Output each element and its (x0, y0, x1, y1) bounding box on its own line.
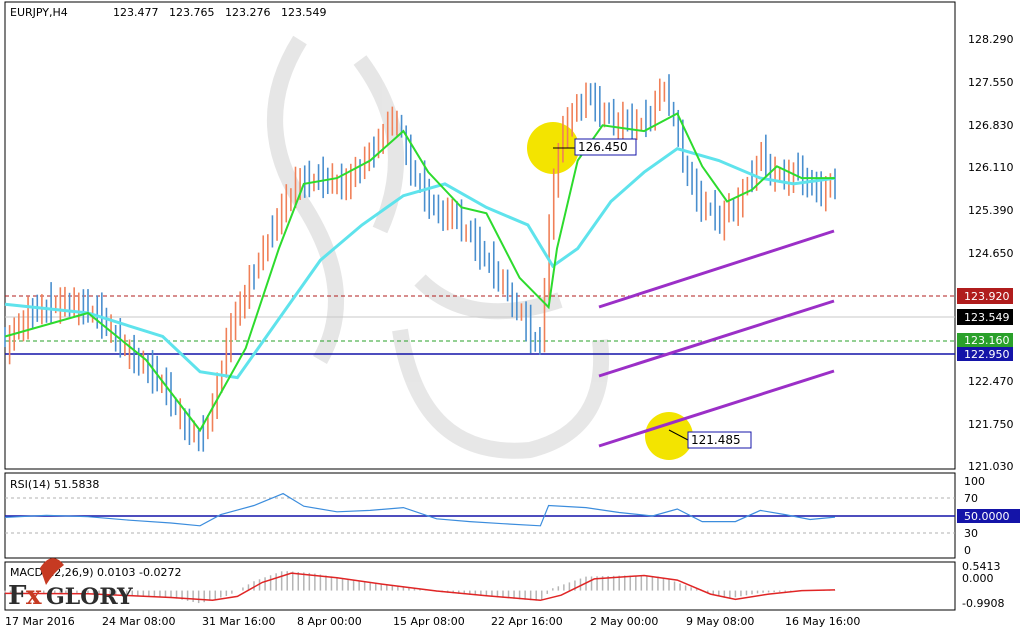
rsi-tick: 70 (964, 492, 978, 505)
open-price: 123.477 (113, 6, 159, 19)
symbol-timeframe: EURJPY,H4 (10, 6, 68, 19)
rsi-tick: 100 (964, 475, 985, 488)
logo-letter-x: x (26, 581, 42, 611)
time-tick: 9 May 08:00 (686, 615, 754, 628)
price-tick: 123.549 (964, 311, 1010, 324)
rsi-title: RSI(14) 51.5838 (10, 478, 99, 491)
time-tick: 15 Apr 08:00 (393, 615, 465, 628)
macd-title: MACD(12,26,9) 0.0103 -0.0272 (10, 566, 181, 579)
price-tick: 123.160 (964, 334, 1010, 347)
forex-chart[interactable]: 126.450 121.485 EURJPY,H4 123.477 123.76… (0, 0, 1024, 636)
price-tick: 124.650 (968, 247, 1014, 260)
time-tick: 8 Apr 00:00 (297, 615, 362, 628)
close-price: 123.549 (281, 6, 327, 19)
price-tick: 123.920 (964, 290, 1010, 303)
price-tick: 122.470 (968, 375, 1014, 388)
price-tick: 128.290 (968, 33, 1014, 46)
macd-tick: -0.9908 (962, 597, 1004, 610)
low-label: 121.485 (691, 433, 741, 447)
rsi-tick: 0 (964, 544, 971, 557)
rsi-tick: 30 (964, 527, 978, 540)
low-price: 123.276 (225, 6, 271, 19)
price-tick: 126.110 (968, 161, 1014, 174)
logo-text: GLORY (46, 584, 133, 610)
high-label: 126.450 (578, 140, 628, 154)
time-tick: 16 May 16:00 (785, 615, 860, 628)
price-tick: 125.390 (968, 204, 1014, 217)
logo-letter-f: F (8, 581, 27, 611)
price-tick: 122.950 (964, 348, 1010, 361)
time-tick: 31 Mar 16:00 (202, 615, 275, 628)
time-tick: 22 Apr 16:00 (491, 615, 563, 628)
price-tick: 126.830 (968, 119, 1014, 132)
price-tick: 127.550 (968, 76, 1014, 89)
time-tick: 17 Mar 2016 (5, 615, 75, 628)
time-tick: 2 May 00:00 (590, 615, 658, 628)
high-price: 123.765 (169, 6, 215, 19)
time-tick: 24 Mar 08:00 (102, 615, 175, 628)
rsi-tick: 50.0000 (964, 510, 1010, 523)
macd-tick: 0.000 (962, 572, 994, 585)
price-tick: 121.750 (968, 418, 1014, 431)
price-tick: 121.030 (968, 460, 1014, 473)
